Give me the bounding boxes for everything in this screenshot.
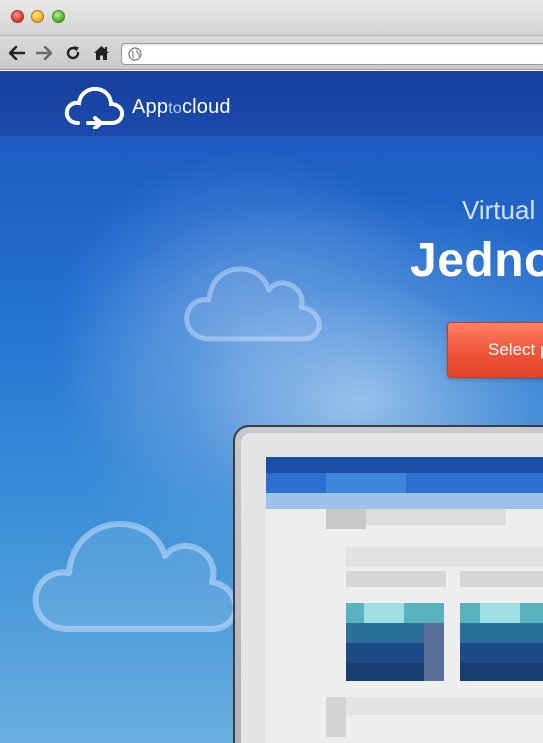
laptop-screen-preview (266, 457, 543, 743)
back-arrow-icon[interactable] (8, 43, 26, 63)
site-logo[interactable]: Apptocloud (64, 85, 231, 129)
brand-prefix: App (132, 95, 169, 118)
browser-toolbar (0, 36, 543, 70)
cloud-logo-icon (64, 86, 125, 129)
cloud-decoration-icon (184, 266, 322, 342)
brand-name: Apptocloud (132, 96, 231, 119)
hero-subtitle: Virtual (462, 195, 536, 225)
forward-arrow-icon[interactable] (35, 43, 53, 63)
laptop-mockup (233, 425, 543, 743)
hero-headline: Jedno (410, 234, 543, 287)
cloud-decoration-icon (32, 520, 239, 632)
brand-middle: to (168, 99, 182, 117)
globe-icon (128, 47, 142, 61)
close-window-button[interactable] (11, 10, 24, 23)
window-titlebar (0, 0, 543, 36)
zoom-window-button[interactable] (52, 10, 65, 23)
address-bar[interactable] (121, 43, 543, 65)
site-header: Apptocloud (0, 71, 543, 137)
select-plan-button[interactable]: Select p (447, 322, 543, 378)
minimize-window-button[interactable] (31, 10, 44, 23)
home-icon[interactable] (92, 43, 110, 63)
reload-icon[interactable] (64, 43, 82, 63)
brand-suffix: cloud (181, 95, 231, 118)
web-page: Apptocloud Virtual Jedno Select p (0, 71, 543, 743)
url-input[interactable] (146, 46, 536, 62)
